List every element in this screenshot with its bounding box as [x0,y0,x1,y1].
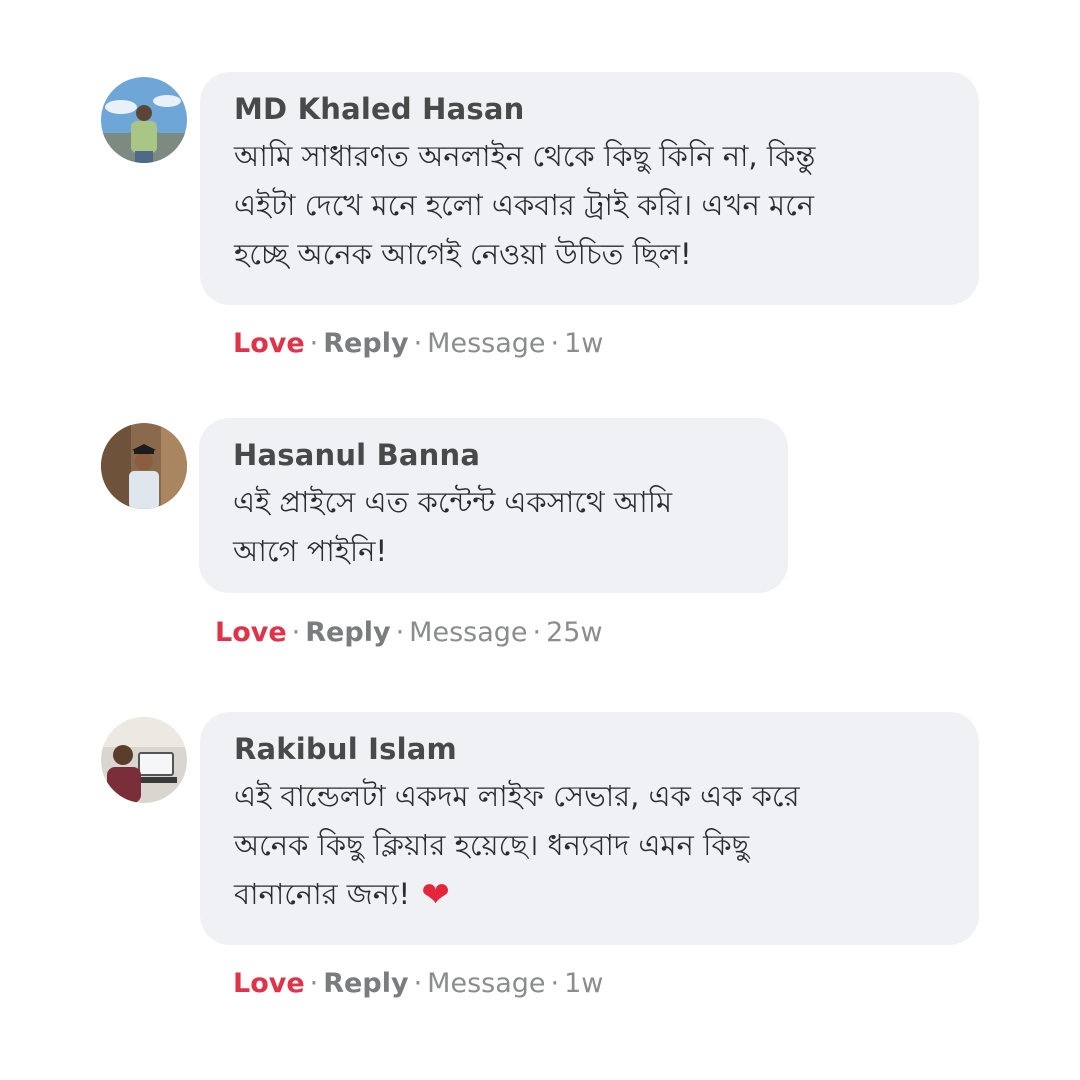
comment-bubble: Hasanul Banna এই প্রাইসে এত কন্টেন্ট একস… [199,418,788,593]
comment-text-line: হচ্ছে অনেক আগেই নেওয়া উচিত ছিল! [234,237,692,271]
separator-dot: · [550,968,560,999]
message-button[interactable]: Message [427,968,545,999]
separator-dot: · [309,328,319,359]
comment-text-line: এই প্রাইসে এত কন্টেন্ট একসাথে আমি [233,485,673,519]
comment-text-line: আমি সাধারণত অনলাইন থেকে কিছু কিনি না, কি… [234,139,816,173]
separator-dot: · [291,617,301,648]
comment-text: আমি সাধারণত অনলাইন থেকে কিছু কিনি না, কি… [234,132,947,279]
comment-text: এই বান্ডেলটা একদম লাইফ সেভার, এক এক করে … [234,772,947,919]
comment-author[interactable]: MD Khaled Hasan [234,90,947,128]
comment-text-fragment: বানানোর জন্য! [234,877,411,911]
comment-text-line: অনেক কিছু ক্লিয়ার হয়েছে। ধন্যবাদ এমন ক… [234,828,750,862]
separator-dot: · [532,617,542,648]
comment-timestamp[interactable]: 25w [546,617,602,648]
comment-text-line: এইটা দেখে মনে হলো একবার ট্রাই করি। এখন ম… [234,188,815,222]
avatar-photo-icon [101,717,187,803]
comment-timestamp[interactable]: 1w [564,968,603,999]
separator-dot: · [395,617,405,648]
comment-actions: Love · Reply · Message · 25w [215,617,603,648]
comment-text-line: বানানোর জন্য! ❤ [234,870,947,919]
comment-actions: Love · Reply · Message · 1w [233,968,603,999]
comment-bubble: Rakibul Islam এই বান্ডেলটা একদম লাইফ সেভ… [200,712,979,945]
avatar[interactable] [101,77,187,163]
comment-text-line: এই বান্ডেলটা একদম লাইফ সেভার, এক এক করে [234,779,800,813]
comment-author[interactable]: Rakibul Islam [234,730,947,768]
love-button[interactable]: Love [233,968,305,999]
love-button[interactable]: Love [215,617,287,648]
separator-dot: · [413,968,423,999]
avatar-photo-icon [101,77,187,163]
avatar[interactable] [101,423,187,509]
comment-actions: Love · Reply · Message · 1w [233,328,603,359]
comment-author[interactable]: Hasanul Banna [233,436,756,474]
avatar[interactable] [101,717,187,803]
reply-button[interactable]: Reply [323,328,408,359]
separator-dot: · [550,328,560,359]
avatar-photo-icon [101,423,187,509]
comment-bubble: MD Khaled Hasan আমি সাধারণত অনলাইন থেকে … [200,72,979,305]
reply-button[interactable]: Reply [323,968,408,999]
comment-text-line: আগে পাইনি! [233,534,388,568]
message-button[interactable]: Message [409,617,527,648]
separator-dot: · [309,968,319,999]
reply-button[interactable]: Reply [305,617,390,648]
message-button[interactable]: Message [427,328,545,359]
love-button[interactable]: Love [233,328,305,359]
separator-dot: · [413,328,423,359]
comment-timestamp[interactable]: 1w [564,328,603,359]
heart-emoji-icon: ❤ [421,875,450,915]
comment-text: এই প্রাইসে এত কন্টেন্ট একসাথে আমি আগে পা… [233,478,756,576]
